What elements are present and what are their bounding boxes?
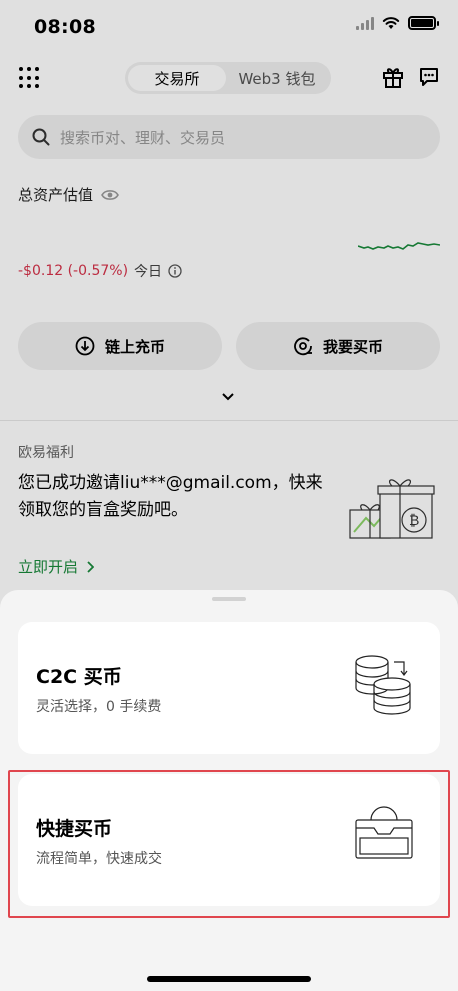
home-indicator	[147, 976, 311, 982]
c2c-buy-title: C2C 买币	[36, 666, 122, 688]
coins-exchange-icon	[355, 655, 411, 715]
sheet-handle[interactable]	[212, 597, 246, 601]
c2c-buy-option[interactable]: C2C 买币 灵活选择，0 手续费	[18, 622, 440, 754]
quick-buy-option[interactable]: 快捷买币 流程简单，快速成交	[18, 774, 440, 906]
wallet-coin-icon	[355, 806, 413, 859]
quick-buy-subtitle: 流程简单，快速成交	[36, 851, 162, 867]
c2c-buy-subtitle: 灵活选择，0 手续费	[36, 699, 162, 715]
quick-buy-title: 快捷买币	[36, 818, 113, 840]
buy-method-sheet: C2C 买币 灵活选择，0 手续费 快捷买币 流程简单，快速成交	[0, 590, 458, 991]
